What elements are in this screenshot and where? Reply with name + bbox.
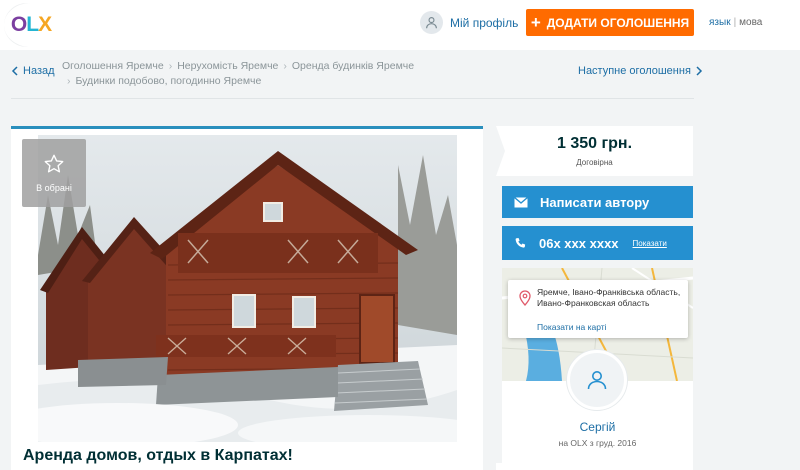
envelope-icon: [514, 196, 528, 207]
write-author-button[interactable]: Написати автору: [502, 186, 693, 218]
phone-number: 06x xxx xxxx: [539, 235, 619, 251]
seller-name[interactable]: Сергій: [502, 420, 693, 434]
show-phone-link[interactable]: Показати: [633, 239, 667, 248]
price-negotiable: Договірна: [576, 158, 613, 167]
seller-avatar[interactable]: [567, 350, 627, 410]
my-profile-link[interactable]: Мій профіль: [420, 11, 518, 34]
breadcrumb-item[interactable]: Оголошення Яремче: [62, 60, 164, 72]
header-divider: [11, 98, 694, 99]
next-listing-link[interactable]: Наступне оголошення: [578, 65, 703, 77]
olx-logo[interactable]: OLX: [4, 3, 58, 47]
location-address: Яремче, Івано-Франківська область, Ивано…: [537, 287, 681, 308]
price-value: 1 350 грн.: [556, 135, 633, 152]
location-seller-box: Яремче, Івано-Франківська область, Ивано…: [502, 268, 693, 464]
show-phone-button[interactable]: 06x xxx xxxx Показати: [502, 226, 693, 260]
seller-since: на OLX з груд. 2016: [558, 438, 637, 448]
listing-gallery: В обрані Аренда домов, отдых в Карпатах!: [11, 126, 483, 470]
chevron-right-icon: [696, 66, 702, 76]
breadcrumb-item[interactable]: Оренда будинків Яремче: [292, 60, 414, 72]
back-link[interactable]: Назад: [11, 65, 55, 77]
chevron-left-icon: [11, 66, 18, 76]
show-on-map-link[interactable]: Показати на карті: [537, 322, 607, 332]
chevron-right-icon: ›: [168, 60, 173, 72]
phone-icon: [515, 237, 526, 248]
breadcrumb-item[interactable]: Будинки подобово, погодинно Яремче: [76, 75, 262, 87]
top-header: OLX Мій профіль + ДОДАТИ ОГОЛОШЕННЯ язык…: [0, 0, 800, 50]
listing-title: Аренда домов, отдых в Карпатах!: [23, 447, 293, 464]
wooden-houses-image: [38, 135, 457, 442]
next-card-edge: [496, 463, 693, 470]
price-notch: [496, 126, 505, 176]
location-card: Яремче, Івано-Франківська область, Ивано…: [508, 280, 688, 338]
plus-icon: +: [530, 13, 541, 32]
favorite-button[interactable]: В обрані: [22, 139, 86, 207]
lang-uk-current: мова: [739, 17, 763, 28]
add-listing-label: ДОДАТИ ОГОЛОШЕННЯ: [546, 15, 690, 30]
breadcrumb: Оголошення Яремче › Нерухомість Яремче › Оре…: [62, 59, 432, 89]
listing-photo[interactable]: [38, 135, 457, 442]
star-icon: [44, 154, 64, 173]
chevron-right-icon: ›: [283, 60, 287, 72]
chevron-right-icon: ›: [67, 75, 71, 87]
breadcrumb-item[interactable]: Нерухомість Яремче: [177, 60, 278, 72]
user-icon: [587, 371, 607, 390]
user-icon: [420, 11, 443, 34]
map-pin-icon: [519, 290, 531, 306]
profile-label: Мій профіль: [450, 15, 519, 30]
price-box: 1 350 грн. Договірна: [496, 126, 693, 176]
add-listing-button[interactable]: + ДОДАТИ ОГОЛОШЕННЯ: [526, 9, 694, 36]
lang-ru-link[interactable]: язык: [709, 17, 731, 28]
language-switch: язык | мова: [709, 17, 763, 28]
